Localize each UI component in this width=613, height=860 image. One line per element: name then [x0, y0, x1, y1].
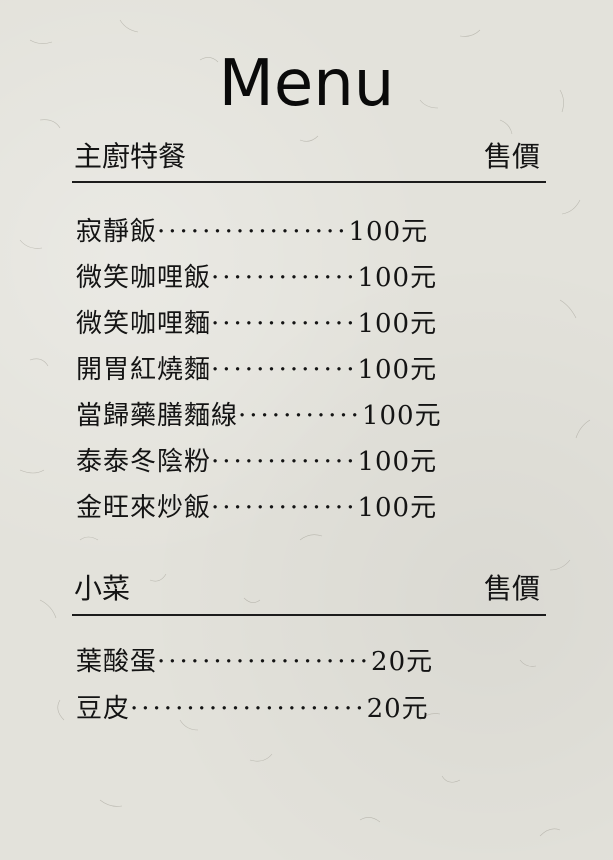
- item-price: 100元: [357, 447, 438, 477]
- menu-item: 泰泰冬陰粉·············100元: [76, 445, 437, 479]
- menu-item: 豆皮·····················20元: [76, 692, 429, 726]
- menu-item: 當歸藥膳麵線···········100元: [76, 399, 442, 433]
- item-price: 100元: [357, 263, 438, 293]
- item-name: 豆皮: [76, 694, 131, 724]
- item-name: 當歸藥膳麵線: [76, 401, 239, 431]
- section-header-sides: 小菜 售價: [74, 572, 540, 606]
- item-dots: ·············: [211, 263, 358, 293]
- menu-item: 葉酸蛋···················20元: [76, 645, 433, 679]
- item-dots: ·············: [211, 309, 358, 339]
- item-price: 100元: [357, 493, 438, 523]
- item-price: 20元: [371, 647, 434, 677]
- section-divider: [72, 181, 546, 183]
- section-heading: 主廚特餐: [74, 140, 187, 173]
- item-dots: ·············: [211, 355, 358, 385]
- price-heading: 售價: [483, 140, 540, 173]
- item-name: 微笑咖哩飯: [76, 263, 212, 293]
- item-name: 泰泰冬陰粉: [76, 447, 212, 477]
- menu-item: 微笑咖哩麵·············100元: [76, 307, 437, 341]
- item-price: 100元: [348, 217, 429, 247]
- item-name: 金旺來炒飯: [76, 493, 212, 523]
- section-heading: 小菜: [74, 572, 131, 605]
- item-dots: ·················: [157, 217, 349, 247]
- item-dots: ·············: [211, 447, 358, 477]
- item-price: 100元: [361, 401, 442, 431]
- price-heading: 售價: [483, 572, 540, 605]
- section-divider: [72, 614, 546, 616]
- menu-item: 微笑咖哩飯·············100元: [76, 261, 437, 295]
- item-name: 寂靜飯: [76, 217, 158, 247]
- item-dots: ···················: [157, 647, 372, 677]
- item-dots: ·············: [211, 493, 358, 523]
- section-header-main: 主廚特餐 售價: [74, 140, 540, 174]
- item-name: 葉酸蛋: [76, 647, 158, 677]
- menu-item: 金旺來炒飯·············100元: [76, 491, 437, 525]
- item-price: 100元: [357, 355, 438, 385]
- item-price: 20元: [366, 694, 429, 724]
- menu-item: 開胃紅燒麵·············100元: [76, 353, 437, 387]
- item-name: 微笑咖哩麵: [76, 309, 212, 339]
- item-dots: ·····················: [130, 694, 367, 724]
- menu-item: 寂靜飯·················100元: [76, 215, 428, 249]
- menu-title: Menu: [218, 47, 395, 121]
- item-price: 100元: [357, 309, 438, 339]
- item-name: 開胃紅燒麵: [76, 355, 212, 385]
- item-dots: ···········: [238, 401, 362, 431]
